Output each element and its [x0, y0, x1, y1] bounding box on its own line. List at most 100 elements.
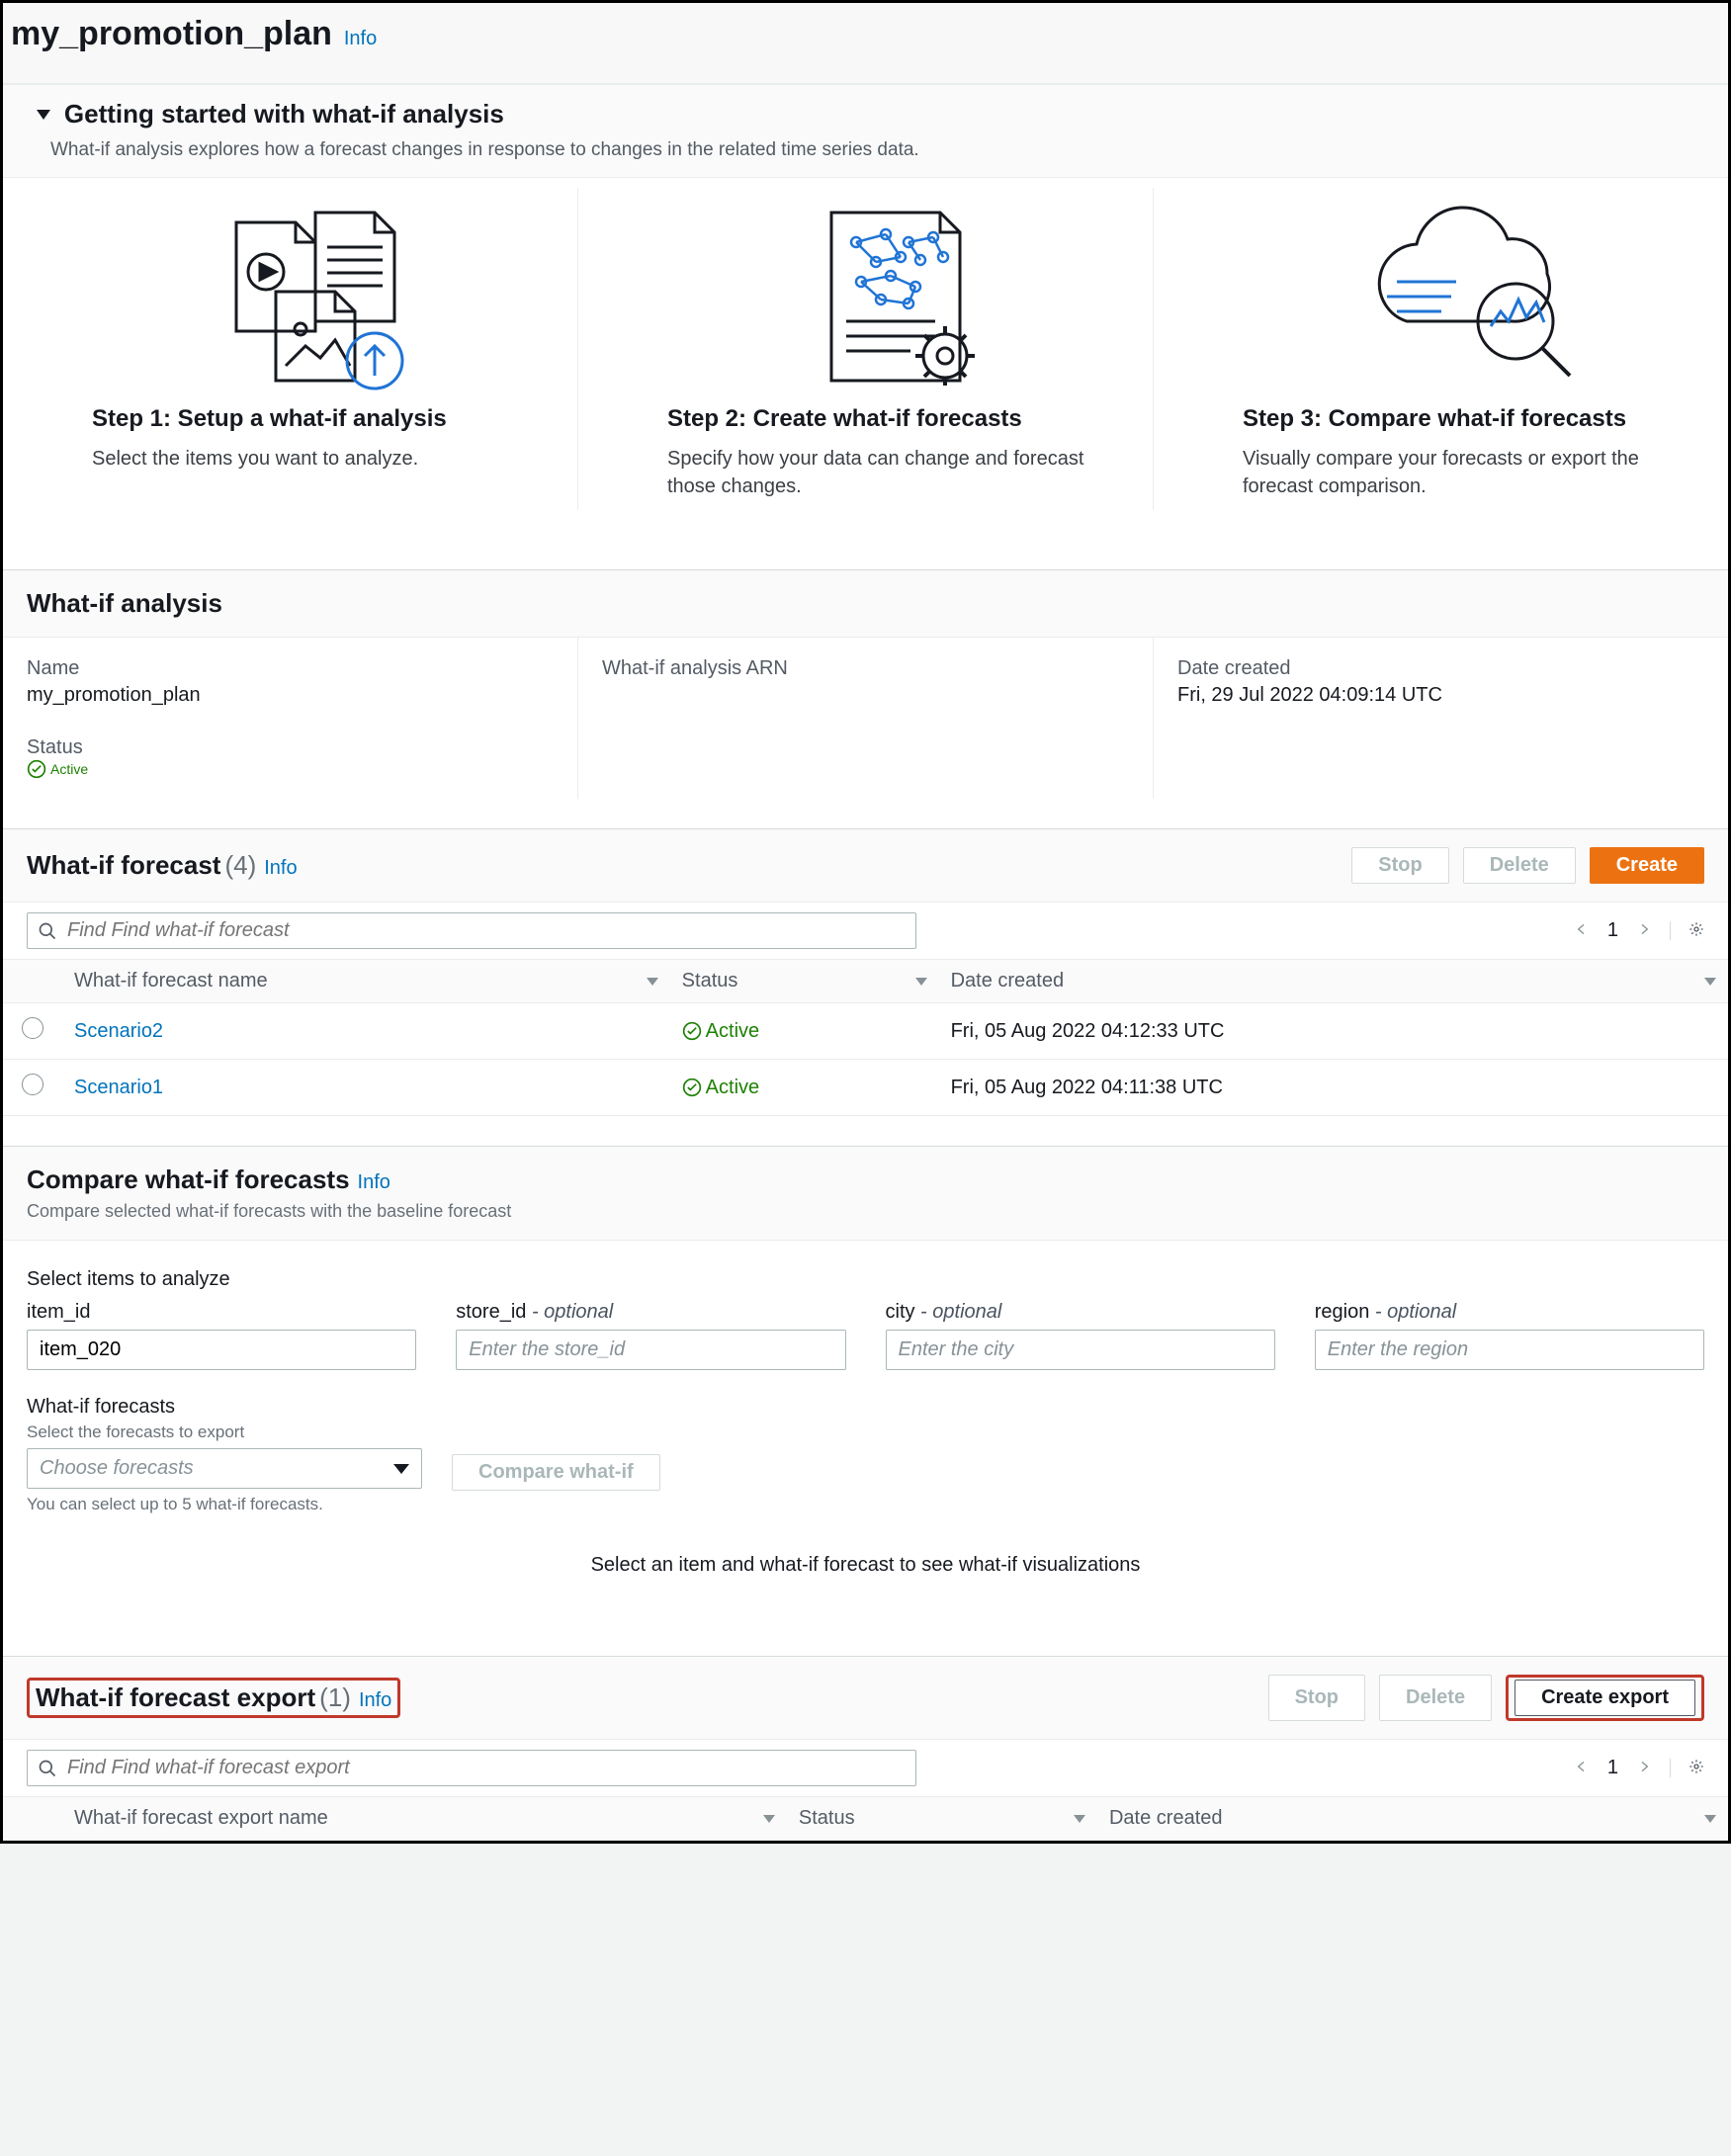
item-id-label: item_id: [27, 1301, 416, 1324]
col-forecast-date[interactable]: Date created: [939, 960, 1728, 1003]
row-status: Active: [682, 1020, 927, 1043]
city-label: city - optional: [886, 1301, 1275, 1324]
status-check-icon: [27, 759, 46, 779]
sort-icon: [647, 978, 658, 986]
forecast-stop-button[interactable]: Stop: [1351, 847, 1448, 884]
compare-subtext: Compare selected what-if forecasts with …: [27, 1201, 1704, 1222]
step3-desc: Visually compare your forecasts or expor…: [1243, 445, 1688, 500]
row-radio[interactable]: [22, 1017, 43, 1039]
step-2: Step 2: Create what-if forecasts Specify…: [578, 188, 1154, 510]
step2-title: Step 2: Create what-if forecasts: [667, 405, 1113, 433]
chevron-down-icon: [393, 1464, 409, 1474]
status-check-icon: [682, 1021, 702, 1041]
row-status-text: Active: [706, 1077, 759, 1099]
wf-heading: What-if forecasts: [27, 1396, 422, 1419]
forecast-table: What-if forecast name Status Date create…: [3, 959, 1728, 1116]
forecast-delete-button[interactable]: Delete: [1463, 847, 1576, 884]
create-export-highlight: Create export: [1506, 1675, 1704, 1721]
analysis-date-label: Date created: [1177, 657, 1704, 680]
row-status: Active: [682, 1077, 927, 1099]
sort-icon: [1704, 1815, 1716, 1823]
table-row[interactable]: Scenario1 Active Fri, 05 Aug 2022 04:11:…: [3, 1060, 1728, 1116]
step-1: Step 1: Setup a what-if analysis Select …: [3, 188, 578, 510]
compare-heading: Compare what-if forecasts: [27, 1164, 350, 1195]
col-forecast-name[interactable]: What-if forecast name: [62, 960, 670, 1003]
pager-page-number: 1: [1607, 919, 1618, 942]
sort-icon: [915, 978, 927, 986]
store-id-label: store_id - optional: [456, 1301, 845, 1324]
export-heading: What-if forecast export: [36, 1682, 315, 1713]
step3-title: Step 3: Compare what-if forecasts: [1243, 405, 1688, 433]
export-delete-button[interactable]: Delete: [1379, 1675, 1492, 1721]
compare-empty-msg: Select an item and what-if forecast to s…: [27, 1554, 1704, 1577]
analysis-status-label: Status: [27, 736, 554, 759]
settings-gear-icon[interactable]: [1670, 921, 1704, 940]
compare-info-link[interactable]: Info: [358, 1171, 390, 1194]
forecast-create-button[interactable]: Create: [1590, 847, 1704, 884]
forecasts-dropdown[interactable]: Choose forecasts: [27, 1448, 422, 1489]
create-export-button[interactable]: Create export: [1515, 1680, 1695, 1716]
getting-started-subtext: What-if analysis explores how a forecast…: [50, 139, 1698, 161]
page-title: my_promotion_plan: [11, 15, 332, 53]
search-icon: [38, 921, 57, 941]
city-input[interactable]: [886, 1330, 1275, 1370]
forecast-pager: 1: [1574, 919, 1704, 942]
pager-prev-icon[interactable]: [1574, 1759, 1590, 1777]
row-radio[interactable]: [22, 1074, 43, 1095]
export-heading-highlight: What-if forecast export (1) Info: [27, 1678, 400, 1718]
analysis-heading: What-if analysis: [27, 588, 222, 619]
pager-prev-icon[interactable]: [1574, 921, 1590, 940]
export-pager: 1: [1574, 1757, 1704, 1779]
item-id-input[interactable]: [27, 1330, 416, 1370]
export-count: (1): [319, 1682, 351, 1713]
step2-illustration: [667, 198, 1113, 395]
forecast-name-link[interactable]: Scenario1: [74, 1077, 163, 1098]
forecast-info-link[interactable]: Info: [264, 857, 297, 880]
col-export-name[interactable]: What-if forecast export name: [62, 1797, 787, 1841]
wf-hint: You can select up to 5 what-if forecasts…: [27, 1495, 422, 1514]
settings-gear-icon[interactable]: [1670, 1759, 1704, 1777]
step1-title: Step 1: Setup a what-if analysis: [92, 405, 538, 433]
sort-icon: [763, 1815, 775, 1823]
export-search-input[interactable]: [67, 1757, 906, 1779]
page-info-link[interactable]: Info: [344, 28, 377, 49]
pager-next-icon[interactable]: [1636, 1759, 1652, 1777]
getting-started-heading: Getting started with what-if analysis: [64, 99, 504, 129]
col-export-date[interactable]: Date created: [1097, 1797, 1728, 1841]
analysis-name-value: my_promotion_plan: [27, 684, 554, 707]
export-search-box[interactable]: [27, 1750, 916, 1786]
getting-started-header[interactable]: Getting started with what-if analysis Wh…: [3, 85, 1728, 178]
collapse-caret-icon[interactable]: [37, 110, 50, 120]
compare-whatif-button[interactable]: Compare what-if: [452, 1454, 660, 1491]
pager-next-icon[interactable]: [1636, 921, 1652, 940]
step1-illustration: [92, 198, 538, 395]
analysis-date-value: Fri, 29 Jul 2022 04:09:14 UTC: [1177, 684, 1704, 707]
row-status-text: Active: [706, 1020, 759, 1043]
pager-page-number: 1: [1607, 1757, 1618, 1779]
forecast-name-link[interactable]: Scenario2: [74, 1020, 163, 1042]
region-input[interactable]: [1315, 1330, 1704, 1370]
getting-started-panel: Getting started with what-if analysis Wh…: [3, 84, 1728, 540]
export-stop-button[interactable]: Stop: [1268, 1675, 1365, 1721]
export-table: What-if forecast export name Status Date…: [3, 1796, 1728, 1841]
col-export-status[interactable]: Status: [787, 1797, 1097, 1841]
sort-icon: [1704, 978, 1716, 986]
compare-panel: Compare what-if forecasts Info Compare s…: [3, 1146, 1728, 1626]
forecast-heading: What-if forecast: [27, 850, 220, 881]
analysis-panel: What-if analysis Name my_promotion_plan …: [3, 569, 1728, 799]
region-label: region - optional: [1315, 1301, 1704, 1324]
step3-illustration: [1243, 198, 1688, 395]
analysis-status-text: Active: [50, 761, 88, 777]
row-date: Fri, 05 Aug 2022 04:12:33 UTC: [939, 1003, 1728, 1060]
analysis-arn-label: What-if analysis ARN: [602, 657, 1129, 680]
forecast-search-input[interactable]: [67, 919, 906, 942]
col-forecast-status[interactable]: Status: [670, 960, 939, 1003]
row-date: Fri, 05 Aug 2022 04:11:38 UTC: [939, 1060, 1728, 1116]
forecast-search-box[interactable]: [27, 912, 916, 949]
export-info-link[interactable]: Info: [359, 1689, 391, 1712]
forecast-count: (4): [224, 850, 256, 881]
step1-desc: Select the items you want to analyze.: [92, 445, 538, 473]
forecast-panel: What-if forecast (4) Info Stop Delete Cr…: [3, 828, 1728, 1116]
table-row[interactable]: Scenario2 Active Fri, 05 Aug 2022 04:12:…: [3, 1003, 1728, 1060]
store-id-input[interactable]: [456, 1330, 845, 1370]
